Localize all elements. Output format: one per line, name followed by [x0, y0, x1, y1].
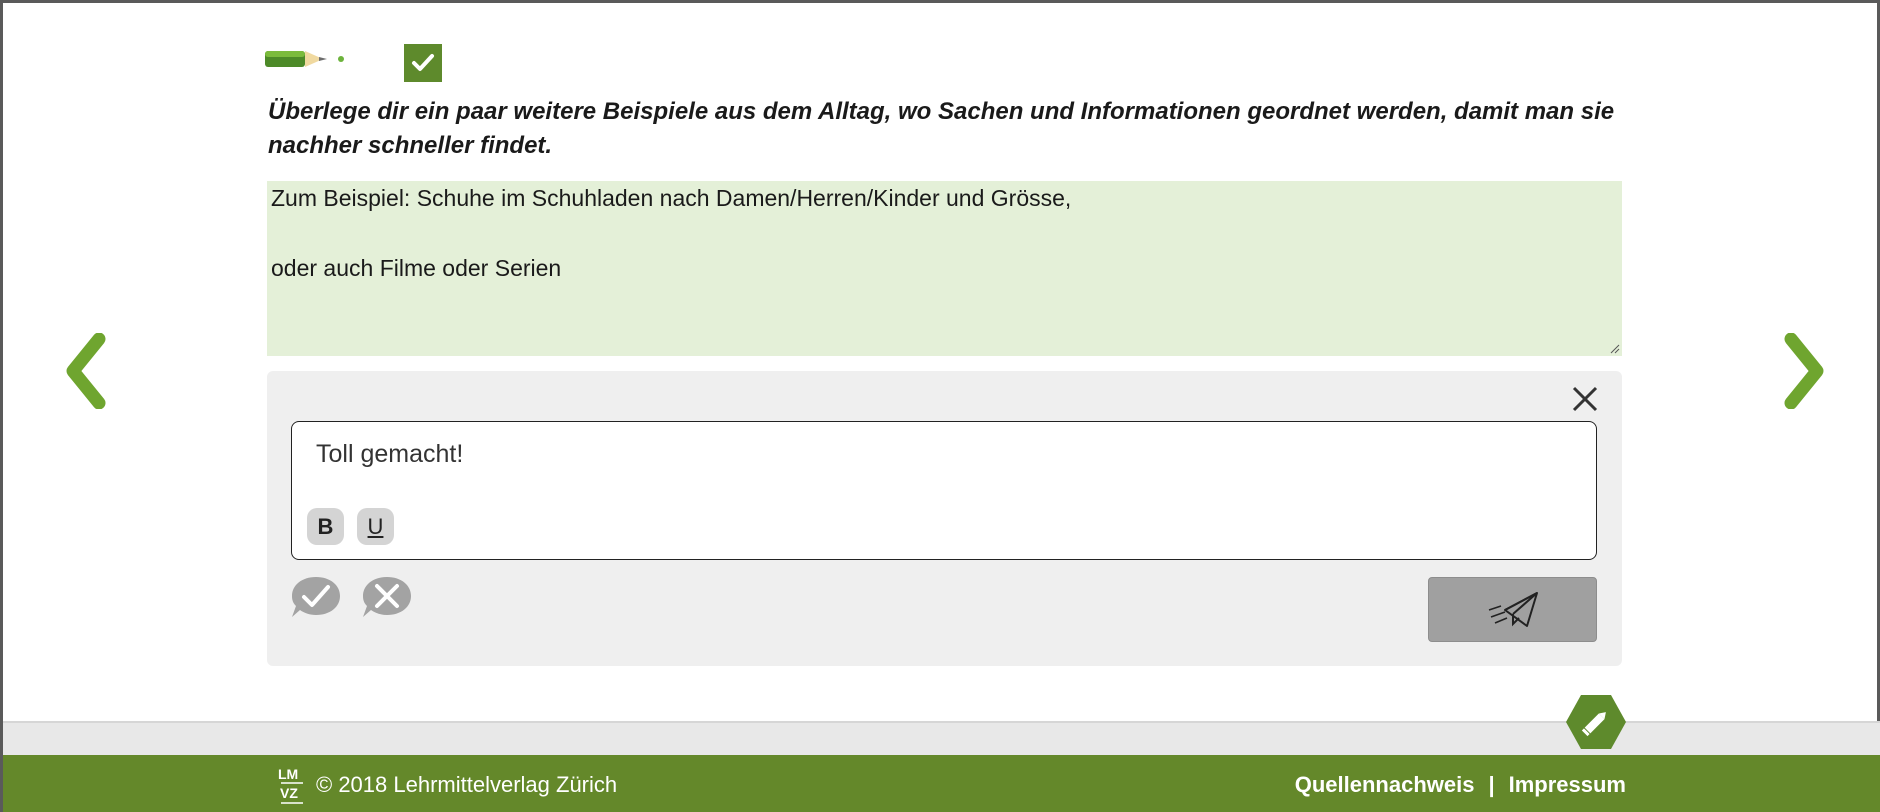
- send-feedback-button[interactable]: [1428, 577, 1597, 642]
- answer-blank-line: [271, 216, 1618, 251]
- copyright-text: © 2018 Lehrmittelverlag Zürich: [316, 772, 618, 797]
- answer-textarea[interactable]: Zum Beispiel: Schuhe im Schuhladen nach …: [267, 181, 1622, 356]
- lmvz-logo: LM VZ: [278, 766, 303, 804]
- svg-text:VZ: VZ: [280, 785, 298, 801]
- feedback-editor[interactable]: Toll gemacht! B U: [291, 421, 1597, 560]
- next-page-arrow[interactable]: [1783, 333, 1825, 409]
- sources-link[interactable]: Quellennachweis: [1295, 772, 1475, 798]
- edit-button[interactable]: [1565, 693, 1627, 751]
- footer: LM VZ © 2018 Lehrmittelverlag Zürich Que…: [3, 755, 1880, 812]
- checkmark-icon: [412, 54, 434, 71]
- underline-button[interactable]: U: [357, 508, 394, 545]
- resize-handle-icon[interactable]: [1610, 344, 1620, 354]
- bold-button[interactable]: B: [307, 508, 344, 545]
- answer-line: Zum Beispiel: Schuhe im Schuhladen nach …: [271, 185, 1072, 211]
- task-complete-badge[interactable]: [404, 44, 442, 82]
- answer-line: oder auch Filme oder Serien: [271, 255, 562, 281]
- feedback-text: Toll gemacht!: [316, 440, 464, 468]
- svg-text:LM: LM: [278, 766, 298, 782]
- chevron-right-icon: [1784, 333, 1824, 409]
- imprint-link[interactable]: Impressum: [1509, 772, 1626, 798]
- footer-separator: |: [1488, 772, 1495, 797]
- speech-bubble-check-icon[interactable]: [290, 575, 342, 621]
- feedback-panel: Toll gemacht! B U: [267, 371, 1622, 666]
- footer-links: Quellennachweis | Impressum: [1295, 772, 1626, 798]
- close-icon[interactable]: [1569, 383, 1601, 415]
- chevron-left-icon: [66, 333, 106, 409]
- previous-page-arrow[interactable]: [65, 333, 107, 409]
- task-instruction: Überlege dir ein paar weitere Beispiele …: [268, 98, 1615, 159]
- pencil-icon: [265, 51, 344, 67]
- paper-plane-icon: [1488, 591, 1538, 627]
- speech-bubble-cross-icon[interactable]: [361, 575, 413, 621]
